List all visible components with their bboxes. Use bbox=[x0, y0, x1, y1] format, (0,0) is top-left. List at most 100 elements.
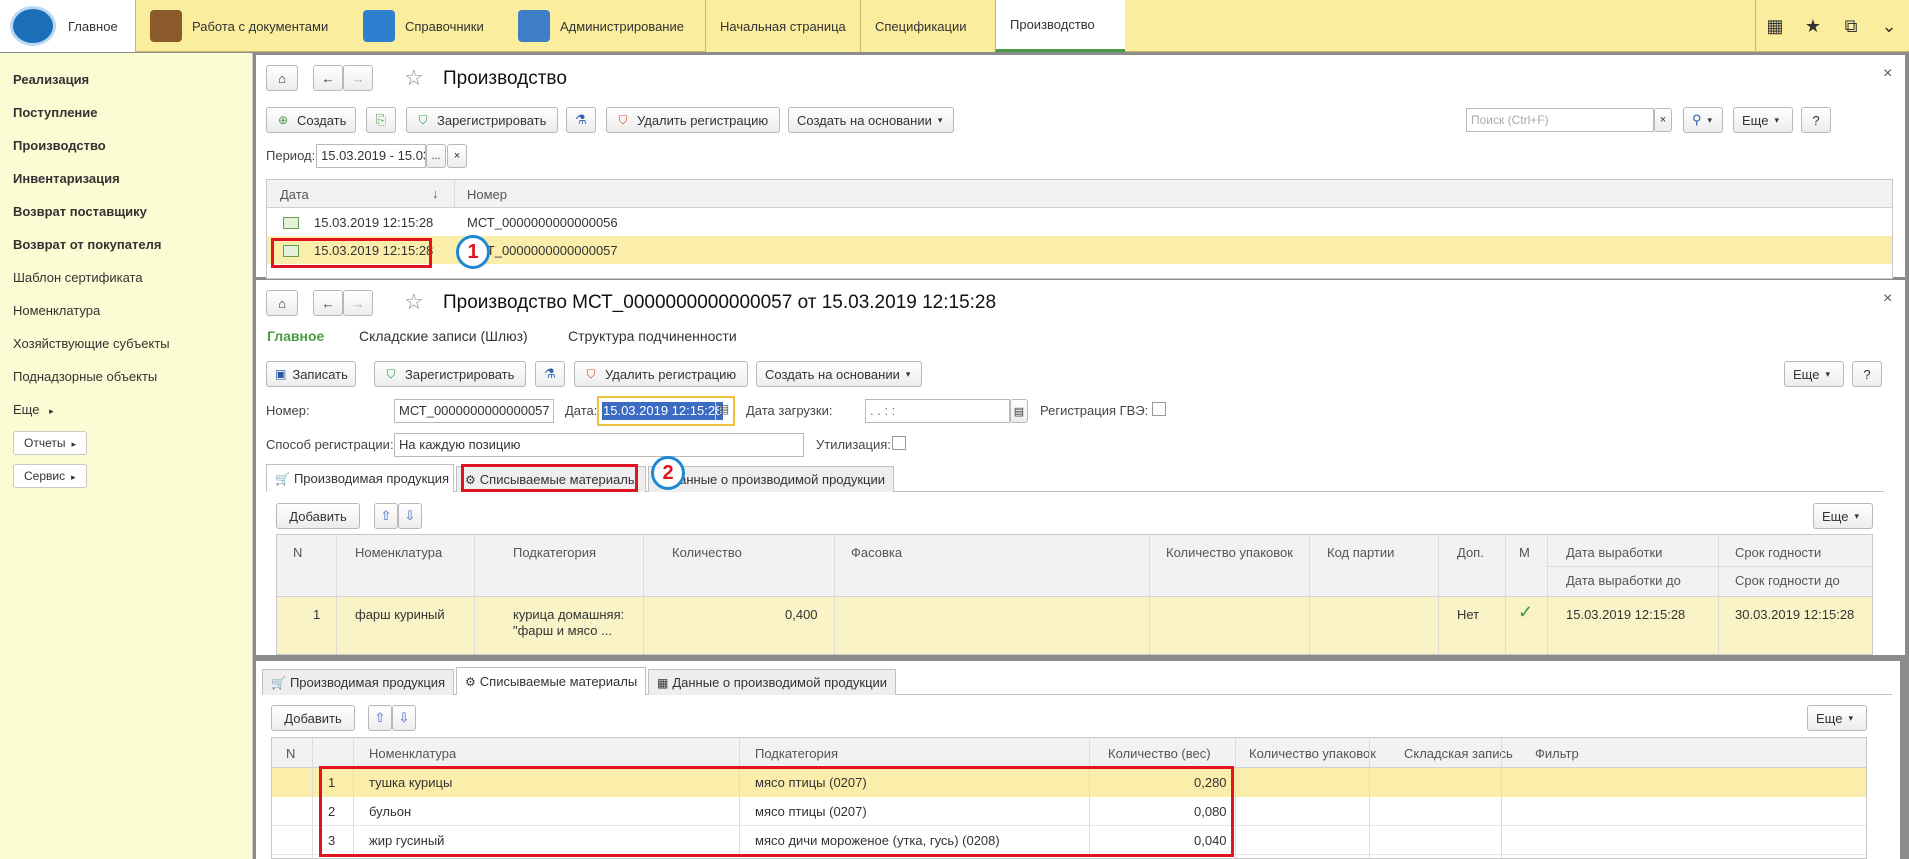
sidebar-item-certificate-template[interactable]: Шаблон сертификата bbox=[13, 270, 143, 285]
home-button[interactable]: ⌂ bbox=[266, 65, 298, 91]
back-button[interactable]: ← bbox=[313, 290, 343, 316]
more-button[interactable]: Еще ▾ bbox=[1784, 361, 1844, 387]
table-row[interactable]: 1 фарш куриный курица домашняя: "фарш и … bbox=[277, 597, 1872, 654]
table-row-selected[interactable]: 15.03.2019 12:15:28 МСТ_0000000000000057 bbox=[267, 236, 1892, 264]
tab-produced-products-data[interactable]: Данные о производимой продукции bbox=[648, 466, 894, 492]
back-button[interactable]: ← bbox=[313, 65, 343, 91]
date-field[interactable]: 15.03.2019 12:15:28 ▤ bbox=[597, 396, 735, 426]
column-header-production-date-to[interactable]: Дата выработки до bbox=[1566, 573, 1681, 588]
open-tab-production[interactable]: Производство bbox=[995, 0, 1125, 52]
sidebar-item-return-customer[interactable]: Возврат от покупателя bbox=[13, 237, 161, 252]
number-input[interactable]: МСТ_0000000000000057 bbox=[394, 399, 554, 423]
create-based-button[interactable]: Создать на основании ▾ bbox=[788, 107, 954, 133]
column-header-m[interactable]: М bbox=[1519, 545, 1530, 560]
microscope-button[interactable]: ⚗ bbox=[535, 361, 565, 387]
column-header-batch-code[interactable]: Код партии bbox=[1327, 545, 1394, 560]
create-button[interactable]: ⊕ Создать bbox=[266, 107, 356, 133]
open-tab-specifications[interactable]: Спецификации bbox=[860, 0, 995, 52]
move-up-button[interactable]: ⇧ bbox=[374, 503, 398, 529]
column-header-expiry-to[interactable]: Срок годности до bbox=[1735, 573, 1840, 588]
search-clear-button[interactable]: × bbox=[1654, 108, 1672, 132]
column-header-n[interactable]: N bbox=[293, 545, 302, 560]
copy-button[interactable]: ⎘ bbox=[366, 107, 396, 133]
column-header-date[interactable]: Дата bbox=[280, 187, 309, 202]
column-header-weight-quantity[interactable]: Количество (вес) bbox=[1108, 746, 1211, 761]
add-button[interactable]: Добавить bbox=[276, 503, 360, 529]
registration-method-input[interactable]: На каждую позицию bbox=[394, 433, 804, 457]
period-clear-button[interactable]: × bbox=[447, 144, 467, 168]
sidebar-item-return-supplier[interactable]: Возврат поставщику bbox=[13, 204, 147, 219]
more-button[interactable]: Еще ▾ bbox=[1813, 503, 1873, 529]
search-button[interactable]: ⚲ ▾ bbox=[1683, 107, 1723, 133]
calendar-icon[interactable]: ▤ bbox=[715, 402, 731, 420]
section-references[interactable]: Справочники bbox=[363, 0, 503, 52]
close-icon[interactable]: × bbox=[1883, 65, 1892, 83]
load-date-calendar-button[interactable]: ▤ bbox=[1010, 399, 1028, 423]
column-header-package-count[interactable]: Количество упаковок bbox=[1249, 746, 1376, 761]
column-header-number[interactable]: Номер bbox=[467, 187, 507, 202]
sidebar-item-inventory[interactable]: Инвентаризация bbox=[13, 171, 120, 186]
column-header-n[interactable]: N bbox=[286, 746, 295, 761]
unregister-button[interactable]: ⛉ Удалить регистрацию bbox=[606, 107, 780, 133]
more-button[interactable]: Еще ▾ bbox=[1807, 705, 1867, 731]
open-tab-home[interactable]: Начальная страница bbox=[705, 0, 860, 52]
menu-chevron-icon[interactable]: ⌄ bbox=[1870, 16, 1908, 37]
section-administration[interactable]: Администрирование bbox=[518, 0, 698, 52]
gve-registration-checkbox[interactable] bbox=[1152, 402, 1166, 416]
favorite-star-icon[interactable]: ☆ bbox=[404, 65, 424, 91]
sidebar-item-sales[interactable]: Реализация bbox=[13, 72, 89, 87]
load-date-input[interactable]: . . : : bbox=[865, 399, 1010, 423]
tab-produced-products[interactable]: 🛒 Производимая продукция bbox=[262, 669, 454, 695]
service-button[interactable]: Сервис ▸ bbox=[13, 464, 87, 488]
save-button[interactable]: ▣ Записать bbox=[266, 361, 356, 387]
section-documents[interactable]: Работа с документами bbox=[150, 0, 350, 52]
sidebar-item-receipt[interactable]: Поступление bbox=[13, 105, 98, 120]
search-input[interactable]: Поиск (Ctrl+F) bbox=[1466, 108, 1654, 132]
move-up-button[interactable]: ⇧ bbox=[368, 705, 392, 731]
sidebar-item-more[interactable]: Еще ▸ bbox=[13, 402, 54, 417]
register-button[interactable]: ⛉ Зарегистрировать bbox=[374, 361, 526, 387]
column-header-filter[interactable]: Фильтр bbox=[1535, 746, 1579, 761]
column-header-nomenclature[interactable]: Номенклатура bbox=[355, 545, 442, 560]
move-down-button[interactable]: ⇩ bbox=[398, 503, 422, 529]
table-row[interactable]: 15.03.2019 12:15:28 МСТ_0000000000000056 bbox=[267, 208, 1892, 236]
sidebar-item-nomenclature[interactable]: Номенклатура bbox=[13, 303, 100, 318]
tab-produced-products-data[interactable]: ▦ Данные о производимой продукции bbox=[648, 669, 896, 695]
add-button[interactable]: Добавить bbox=[271, 705, 355, 731]
tab-produced-products[interactable]: 🛒 Производимая продукция bbox=[266, 464, 454, 492]
forward-button[interactable]: → bbox=[343, 65, 373, 91]
move-down-button[interactable]: ⇩ bbox=[392, 705, 416, 731]
column-header-nomenclature[interactable]: Номенклатура bbox=[369, 746, 456, 761]
column-header-packing[interactable]: Фасовка bbox=[851, 545, 902, 560]
period-select-button[interactable]: ... bbox=[426, 144, 446, 168]
apps-grid-icon[interactable]: ▦ bbox=[1756, 16, 1794, 37]
nav-main[interactable]: Главное bbox=[267, 328, 324, 344]
period-input[interactable]: 15.03.2019 - 15.03.2019 bbox=[316, 144, 426, 168]
sidebar-item-supervised-objects[interactable]: Поднадзорные объекты bbox=[13, 369, 157, 384]
favorites-star-icon[interactable]: ★ bbox=[1794, 16, 1832, 37]
column-header-package-count[interactable]: Количество упаковок bbox=[1166, 545, 1293, 560]
column-header-subcategory[interactable]: Подкатегория bbox=[755, 746, 838, 761]
help-button[interactable]: ? bbox=[1852, 361, 1882, 387]
column-header-extra[interactable]: Доп. bbox=[1457, 545, 1484, 560]
favorite-star-icon[interactable]: ☆ bbox=[404, 289, 424, 315]
tab-written-off-materials[interactable]: ⚙ Списываемые материалы bbox=[456, 667, 646, 695]
windows-icon[interactable]: ⧉ bbox=[1832, 16, 1870, 37]
section-main[interactable]: Главное bbox=[0, 0, 136, 52]
more-button[interactable]: Еще ▾ bbox=[1733, 107, 1793, 133]
column-header-production-date[interactable]: Дата выработки bbox=[1566, 545, 1662, 560]
create-based-button[interactable]: Создать на основании ▾ bbox=[756, 361, 922, 387]
reports-button[interactable]: Отчеты ▸ bbox=[13, 431, 88, 455]
sidebar-item-business-entities[interactable]: Хозяйствующие субъекты bbox=[13, 336, 170, 351]
register-button[interactable]: ⛉ Зарегистрировать bbox=[406, 107, 558, 133]
column-header-subcategory[interactable]: Подкатегория bbox=[513, 545, 596, 560]
column-header-expiry[interactable]: Срок годности bbox=[1735, 545, 1821, 560]
microscope-button[interactable]: ⚗ bbox=[566, 107, 596, 133]
nav-subordination-structure[interactable]: Структура подчиненности bbox=[568, 328, 737, 344]
column-header-quantity[interactable]: Количество bbox=[672, 545, 742, 560]
help-button[interactable]: ? bbox=[1801, 107, 1831, 133]
nav-warehouse-records[interactable]: Складские записи (Шлюз) bbox=[359, 328, 528, 344]
forward-button[interactable]: → bbox=[343, 290, 373, 316]
unregister-button[interactable]: ⛉ Удалить регистрацию bbox=[574, 361, 748, 387]
home-button[interactable]: ⌂ bbox=[266, 290, 298, 316]
